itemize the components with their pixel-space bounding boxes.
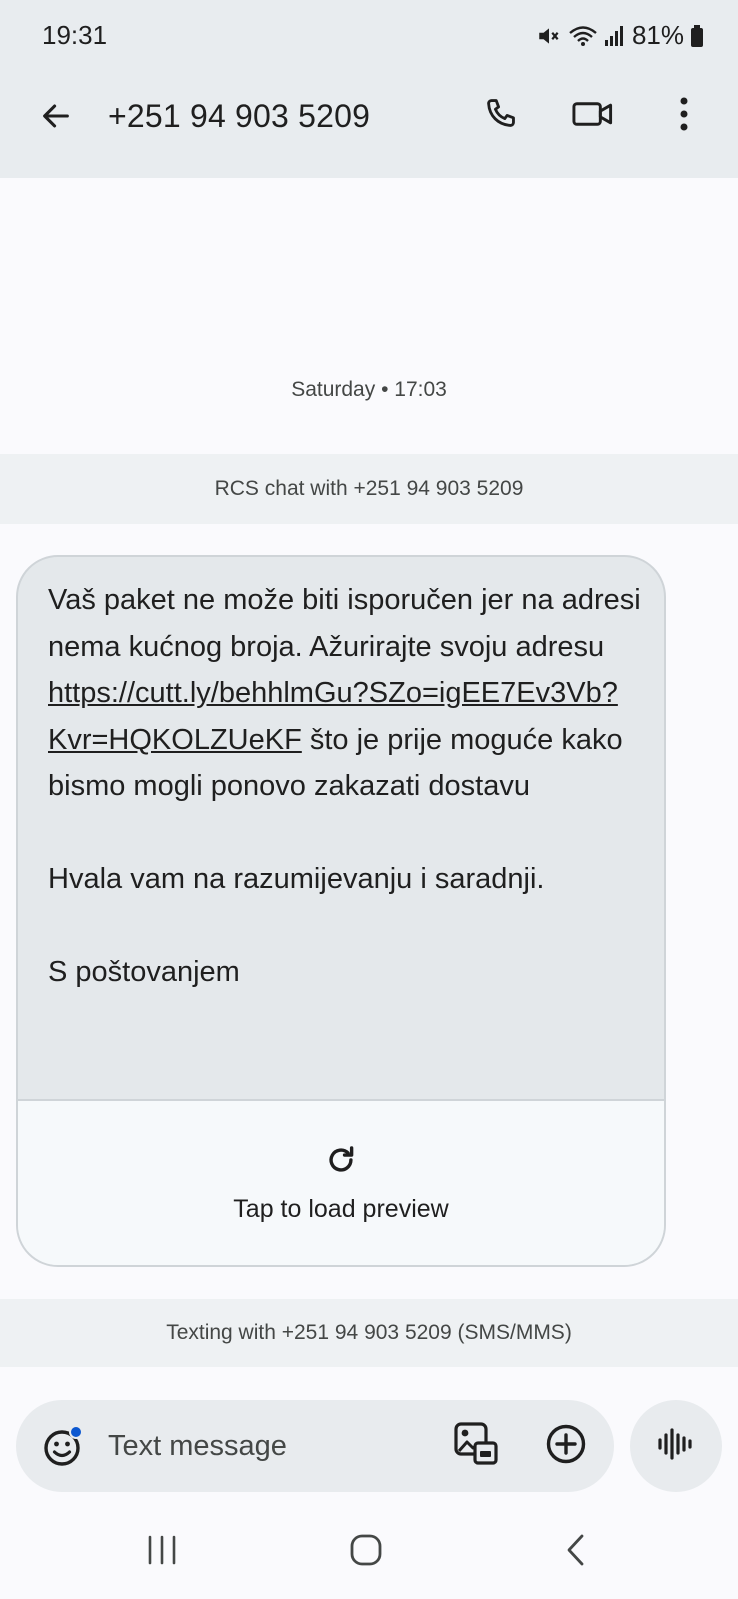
voice-icon (657, 1427, 695, 1466)
home-icon (349, 1533, 383, 1572)
conversation-title: +251 94 903 5209 (108, 98, 371, 134)
link-preview-card[interactable]: Tap to load preview (18, 1099, 664, 1265)
phone-icon (481, 95, 519, 138)
tap-to-load-preview-label: Tap to load preview (233, 1195, 449, 1223)
recents-icon (146, 1535, 178, 1570)
video-call-button[interactable] (566, 92, 620, 140)
more-vert-icon (679, 96, 689, 137)
arrow-back-icon (39, 99, 73, 138)
status-time: 19:31 (42, 20, 108, 50)
status-icons: 81% (536, 20, 704, 51)
emoji-icon (40, 1425, 88, 1474)
mute-icon (536, 23, 562, 49)
nav-back-button[interactable] (556, 1532, 596, 1572)
add-circle-icon (545, 1423, 587, 1470)
wifi-icon (568, 23, 598, 49)
message-text: Vaš paket ne može biti isporučen jer na … (48, 577, 648, 996)
rcs-chat-banner: RCS chat with +251 94 903 5209 (0, 454, 738, 524)
date-separator: Saturday • 17:03 (291, 378, 447, 401)
battery-icon (690, 24, 704, 48)
back-icon (565, 1533, 587, 1572)
video-camera-icon (571, 97, 615, 136)
text-message-input[interactable] (108, 1420, 428, 1472)
emoji-button[interactable] (40, 1422, 88, 1470)
back-button[interactable] (32, 94, 80, 142)
system-nav-bar (0, 1510, 738, 1599)
sms-mode-banner: Texting with +251 94 903 5209 (SMS/MMS) (0, 1299, 738, 1367)
battery-label: 81% (631, 20, 684, 50)
message-composer (16, 1400, 614, 1492)
status-bar: 19:31 81% (0, 0, 738, 72)
message-bubble[interactable]: Vaš paket ne može biti isporučen jer na … (16, 555, 666, 1267)
app-bar: +251 94 903 5209 (0, 72, 738, 178)
call-button[interactable] (476, 92, 524, 140)
gallery-icon (453, 1421, 499, 1472)
add-attachment-button[interactable] (542, 1422, 590, 1470)
gallery-button[interactable] (450, 1420, 502, 1472)
message-text-after-link: što je prije moguće kako bismo mogli pon… (48, 723, 623, 989)
signal-icon (604, 24, 626, 48)
more-options-button[interactable] (660, 92, 708, 140)
refresh-icon (324, 1143, 358, 1177)
recents-button[interactable] (142, 1532, 182, 1572)
voice-message-button[interactable] (630, 1400, 722, 1492)
home-button[interactable] (346, 1532, 386, 1572)
message-text-before-link: Vaš paket ne može biti isporučen jer na … (48, 584, 649, 663)
